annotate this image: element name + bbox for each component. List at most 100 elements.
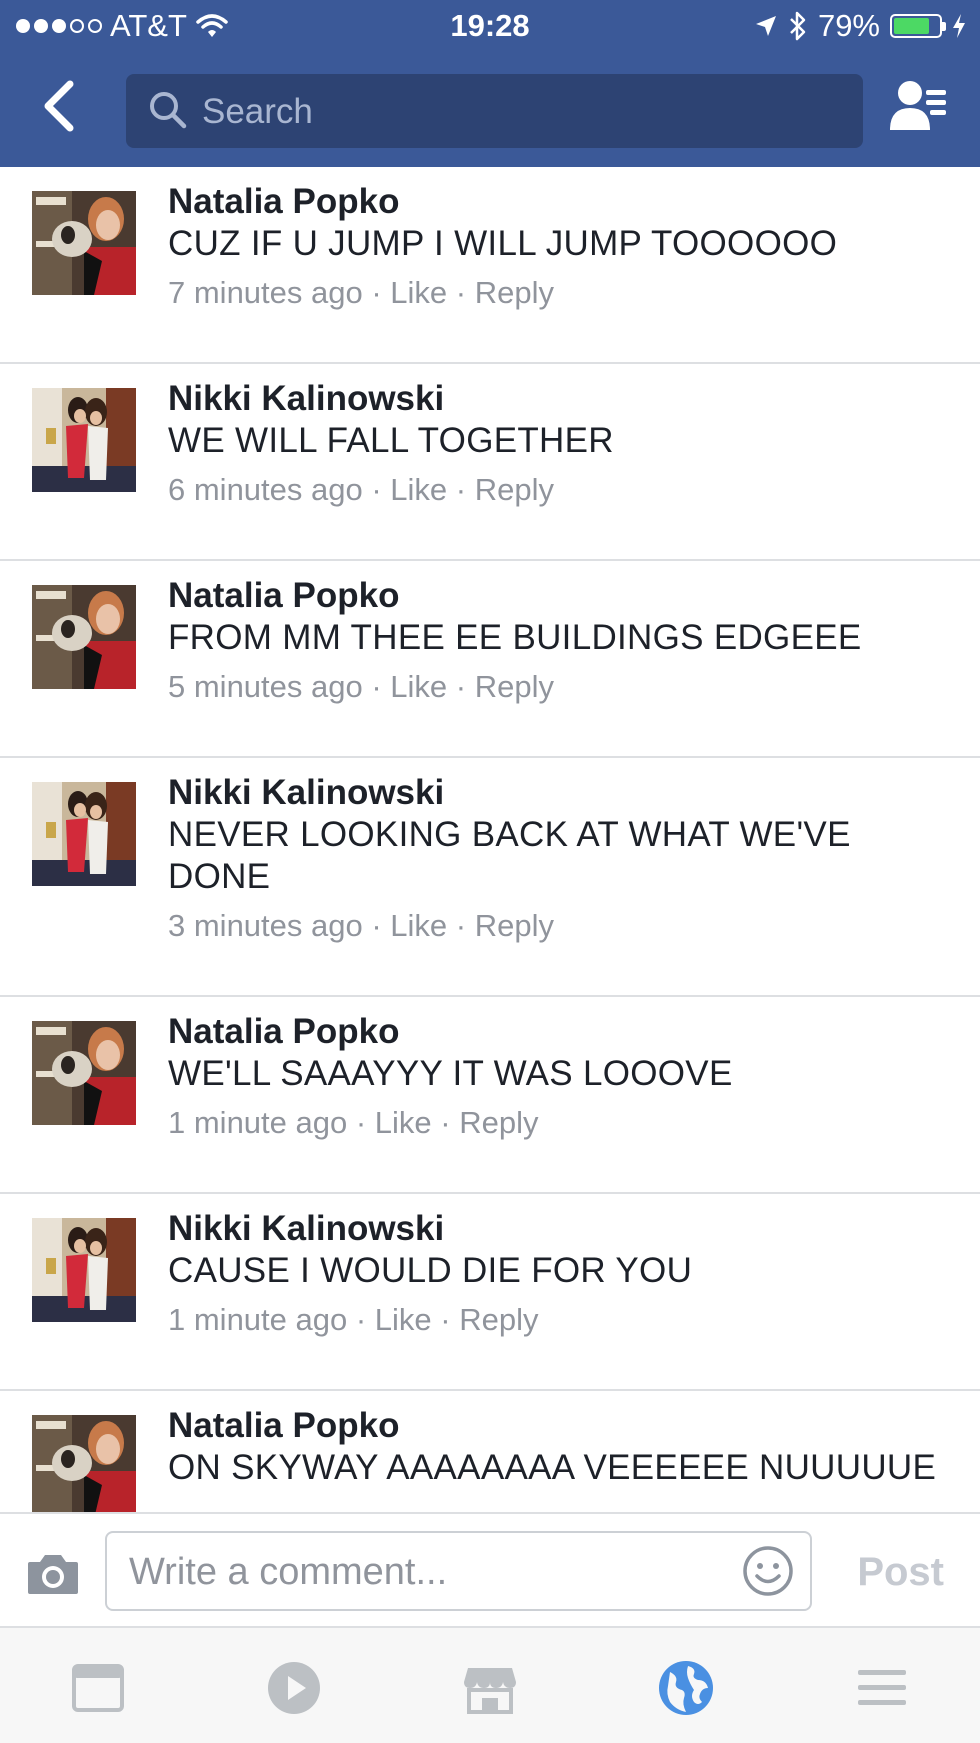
comment-author[interactable]: Nikki Kalinowski	[168, 772, 960, 814]
comment-list[interactable]: Natalia Popko CUZ IF U JUMP I WILL JUMP T…	[0, 167, 980, 1512]
status-right: 79%	[754, 8, 966, 44]
avatar-image	[32, 782, 136, 886]
like-link[interactable]: Like	[375, 1105, 432, 1140]
comment-timestamp: 3 minutes ago	[168, 908, 363, 943]
marketplace-icon[interactable]	[460, 1658, 520, 1718]
avatar[interactable]	[32, 585, 136, 689]
comment-text: NEVER LOOKING BACK AT WHAT WE'VE DONE	[168, 815, 851, 896]
bluetooth-icon	[790, 11, 806, 41]
comment-text: CAUSE I WOULD DIE FOR YOU	[168, 1251, 693, 1290]
separator-dot: ·	[447, 275, 475, 310]
search-input[interactable]: Search	[126, 74, 863, 148]
avatar-image	[32, 191, 136, 295]
separator-dot: ·	[431, 1105, 460, 1140]
post-button[interactable]: Post	[857, 1550, 944, 1595]
comment-timestamp: 5 minutes ago	[168, 669, 363, 704]
separator-dot: ·	[431, 1302, 460, 1337]
comment-body: Natalia Popko WE'LL SAAAYYY IT WAS LOOOVE…	[168, 1011, 960, 1143]
notifications-globe-icon[interactable]	[656, 1658, 716, 1718]
emoji-icon[interactable]	[742, 1545, 794, 1597]
like-link[interactable]: Like	[375, 1302, 432, 1337]
comment-item: Natalia Popko WE'LL SAAAYYY IT WAS LOOOVE…	[0, 997, 980, 1194]
comment-body: Natalia Popko FROM MM THEE EE BUILDINGS E…	[168, 575, 960, 707]
nav-row: Search	[0, 64, 980, 148]
comment-item: Nikki Kalinowski WE WILL FALL TOGETHER 6 m…	[0, 364, 980, 561]
avatar-image	[32, 585, 136, 689]
reply-link[interactable]: Reply	[475, 275, 554, 310]
avatar[interactable]	[32, 388, 136, 492]
like-link[interactable]: Like	[390, 275, 447, 310]
avatar[interactable]	[32, 782, 136, 886]
separator-dot: ·	[362, 908, 391, 943]
comment-item: Natalia Popko ON SKYWAY AAAAAAAA VEEEEEE …	[0, 1391, 980, 1512]
comment-text: FROM MM THEE EE BUILDINGS EDGEEE	[168, 618, 862, 657]
comment-author[interactable]: Natalia Popko	[168, 1405, 960, 1447]
comment-body: Nikki Kalinowski NEVER LOOKING BACK AT WH…	[168, 772, 960, 946]
comment-item: Nikki Kalinowski CAUSE I WOULD DIE FOR YO…	[0, 1194, 980, 1391]
comment-item: Nikki Kalinowski NEVER LOOKING BACK AT WH…	[0, 758, 980, 997]
comment-meta: 1 minute ago · Like · Reply	[168, 1300, 960, 1340]
avatar[interactable]	[32, 1415, 136, 1512]
status-bar: AT&T 19:28 79%	[0, 0, 980, 58]
comment-text: CUZ IF U JUMP I WILL JUMP TOOOOOO	[168, 224, 838, 263]
comment-body: Natalia Popko ON SKYWAY AAAAAAAA VEEEEEE …	[168, 1405, 960, 1489]
separator-dot: ·	[362, 275, 391, 310]
like-link[interactable]: Like	[390, 669, 447, 704]
tab-bar	[0, 1628, 980, 1743]
reply-link[interactable]: Reply	[475, 472, 554, 507]
comment-author[interactable]: Natalia Popko	[168, 575, 960, 617]
comment-author[interactable]: Nikki Kalinowski	[168, 1208, 960, 1250]
avatar[interactable]	[32, 191, 136, 295]
avatar-image	[32, 1218, 136, 1322]
comment-body: Nikki Kalinowski CAUSE I WOULD DIE FOR YO…	[168, 1208, 960, 1340]
reply-link[interactable]: Reply	[459, 1105, 538, 1140]
avatar[interactable]	[32, 1021, 136, 1125]
separator-dot: ·	[447, 908, 475, 943]
comment-meta: 7 minutes ago · Like · Reply	[168, 273, 960, 313]
comment-item: Natalia Popko CUZ IF U JUMP I WILL JUMP T…	[0, 167, 980, 364]
separator-dot: ·	[362, 472, 391, 507]
comment-body: Nikki Kalinowski WE WILL FALL TOGETHER 6 m…	[168, 378, 960, 510]
back-arrow-icon[interactable]	[34, 76, 94, 136]
comment-placeholder: Write a comment...	[129, 1551, 448, 1593]
avatar[interactable]	[32, 1218, 136, 1322]
comment-author[interactable]: Natalia Popko	[168, 181, 960, 223]
menu-icon[interactable]	[852, 1658, 912, 1718]
location-arrow-icon	[755, 16, 776, 36]
camera-icon[interactable]	[26, 1552, 80, 1596]
reply-link[interactable]: Reply	[475, 908, 554, 943]
like-link[interactable]: Like	[390, 472, 447, 507]
separator-dot: ·	[347, 1302, 375, 1337]
friend-list-icon[interactable]	[888, 78, 950, 134]
separator-dot: ·	[447, 472, 475, 507]
avatar-image	[32, 388, 136, 492]
charging-bolt-icon	[953, 14, 965, 38]
separator-dot: ·	[447, 669, 475, 704]
comment-item: Natalia Popko FROM MM THEE EE BUILDINGS E…	[0, 561, 980, 758]
avatar-image	[32, 1415, 136, 1512]
avatar-image	[32, 1021, 136, 1125]
comment-meta: 6 minutes ago · Like · Reply	[168, 470, 960, 510]
search-icon	[150, 92, 187, 129]
top-bar: AT&T 19:28 79% Search	[0, 0, 980, 167]
comment-author[interactable]: Natalia Popko	[168, 1011, 960, 1053]
battery-percent: 79%	[817, 8, 880, 43]
comment-author[interactable]: Nikki Kalinowski	[168, 378, 960, 420]
like-link[interactable]: Like	[390, 908, 447, 943]
comment-timestamp: 1 minute ago	[168, 1302, 348, 1337]
comment-input[interactable]: Write a comment...	[105, 1531, 812, 1611]
news-feed-icon[interactable]	[68, 1658, 128, 1718]
reply-link[interactable]: Reply	[475, 669, 554, 704]
comment-timestamp: 7 minutes ago	[168, 275, 363, 310]
comment-meta: 5 minutes ago · Like · Reply	[168, 667, 960, 707]
comment-composer: Write a comment... Post	[0, 1512, 980, 1628]
comment-meta: 1 minute ago · Like · Reply	[168, 1103, 960, 1143]
battery-icon	[890, 14, 946, 38]
separator-dot: ·	[347, 1105, 375, 1140]
search-placeholder: Search	[202, 92, 313, 131]
reply-link[interactable]: Reply	[459, 1302, 538, 1337]
comment-meta: 3 minutes ago · Like · Reply	[168, 906, 960, 946]
video-icon[interactable]	[264, 1658, 324, 1718]
comment-body: Natalia Popko CUZ IF U JUMP I WILL JUMP T…	[168, 181, 960, 313]
comment-text: WE'LL SAAAYYY IT WAS LOOOVE	[168, 1054, 733, 1093]
